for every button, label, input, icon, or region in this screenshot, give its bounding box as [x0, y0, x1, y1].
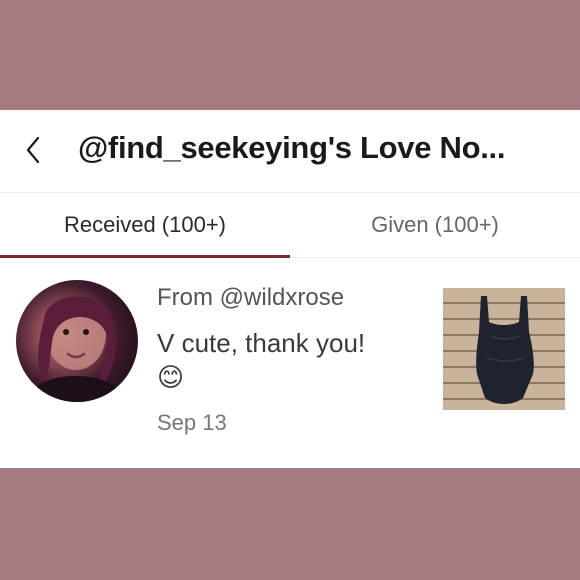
- avatar[interactable]: [16, 280, 138, 402]
- smile-emoji-icon: 😊: [157, 362, 185, 392]
- tab-bar: Received (100+) Given (100+): [0, 193, 580, 258]
- love-note-item: From @wildxrose V cute, thank you! 😊 Sep…: [0, 258, 580, 468]
- note-text: V cute, thank you!: [157, 328, 366, 358]
- page-title: @find_seekeying's Love No...: [78, 130, 506, 165]
- tab-received[interactable]: Received (100+): [0, 193, 290, 257]
- chevron-left-icon: [26, 136, 40, 164]
- avatar-image: [30, 296, 122, 402]
- love-notes-card: @find_seekeying's Love No... Received (1…: [0, 110, 580, 468]
- back-button[interactable]: [20, 132, 50, 168]
- listing-thumbnail[interactable]: [443, 288, 565, 410]
- tab-given[interactable]: Given (100+): [290, 193, 580, 257]
- swimsuit-image: [476, 296, 534, 404]
- header: @find_seekeying's Love No...: [0, 110, 580, 193]
- note-date: Sep 13: [157, 410, 227, 435]
- note-sender[interactable]: From @wildxrose: [157, 284, 344, 312]
- note-message: V cute, thank you! 😊: [157, 326, 427, 394]
